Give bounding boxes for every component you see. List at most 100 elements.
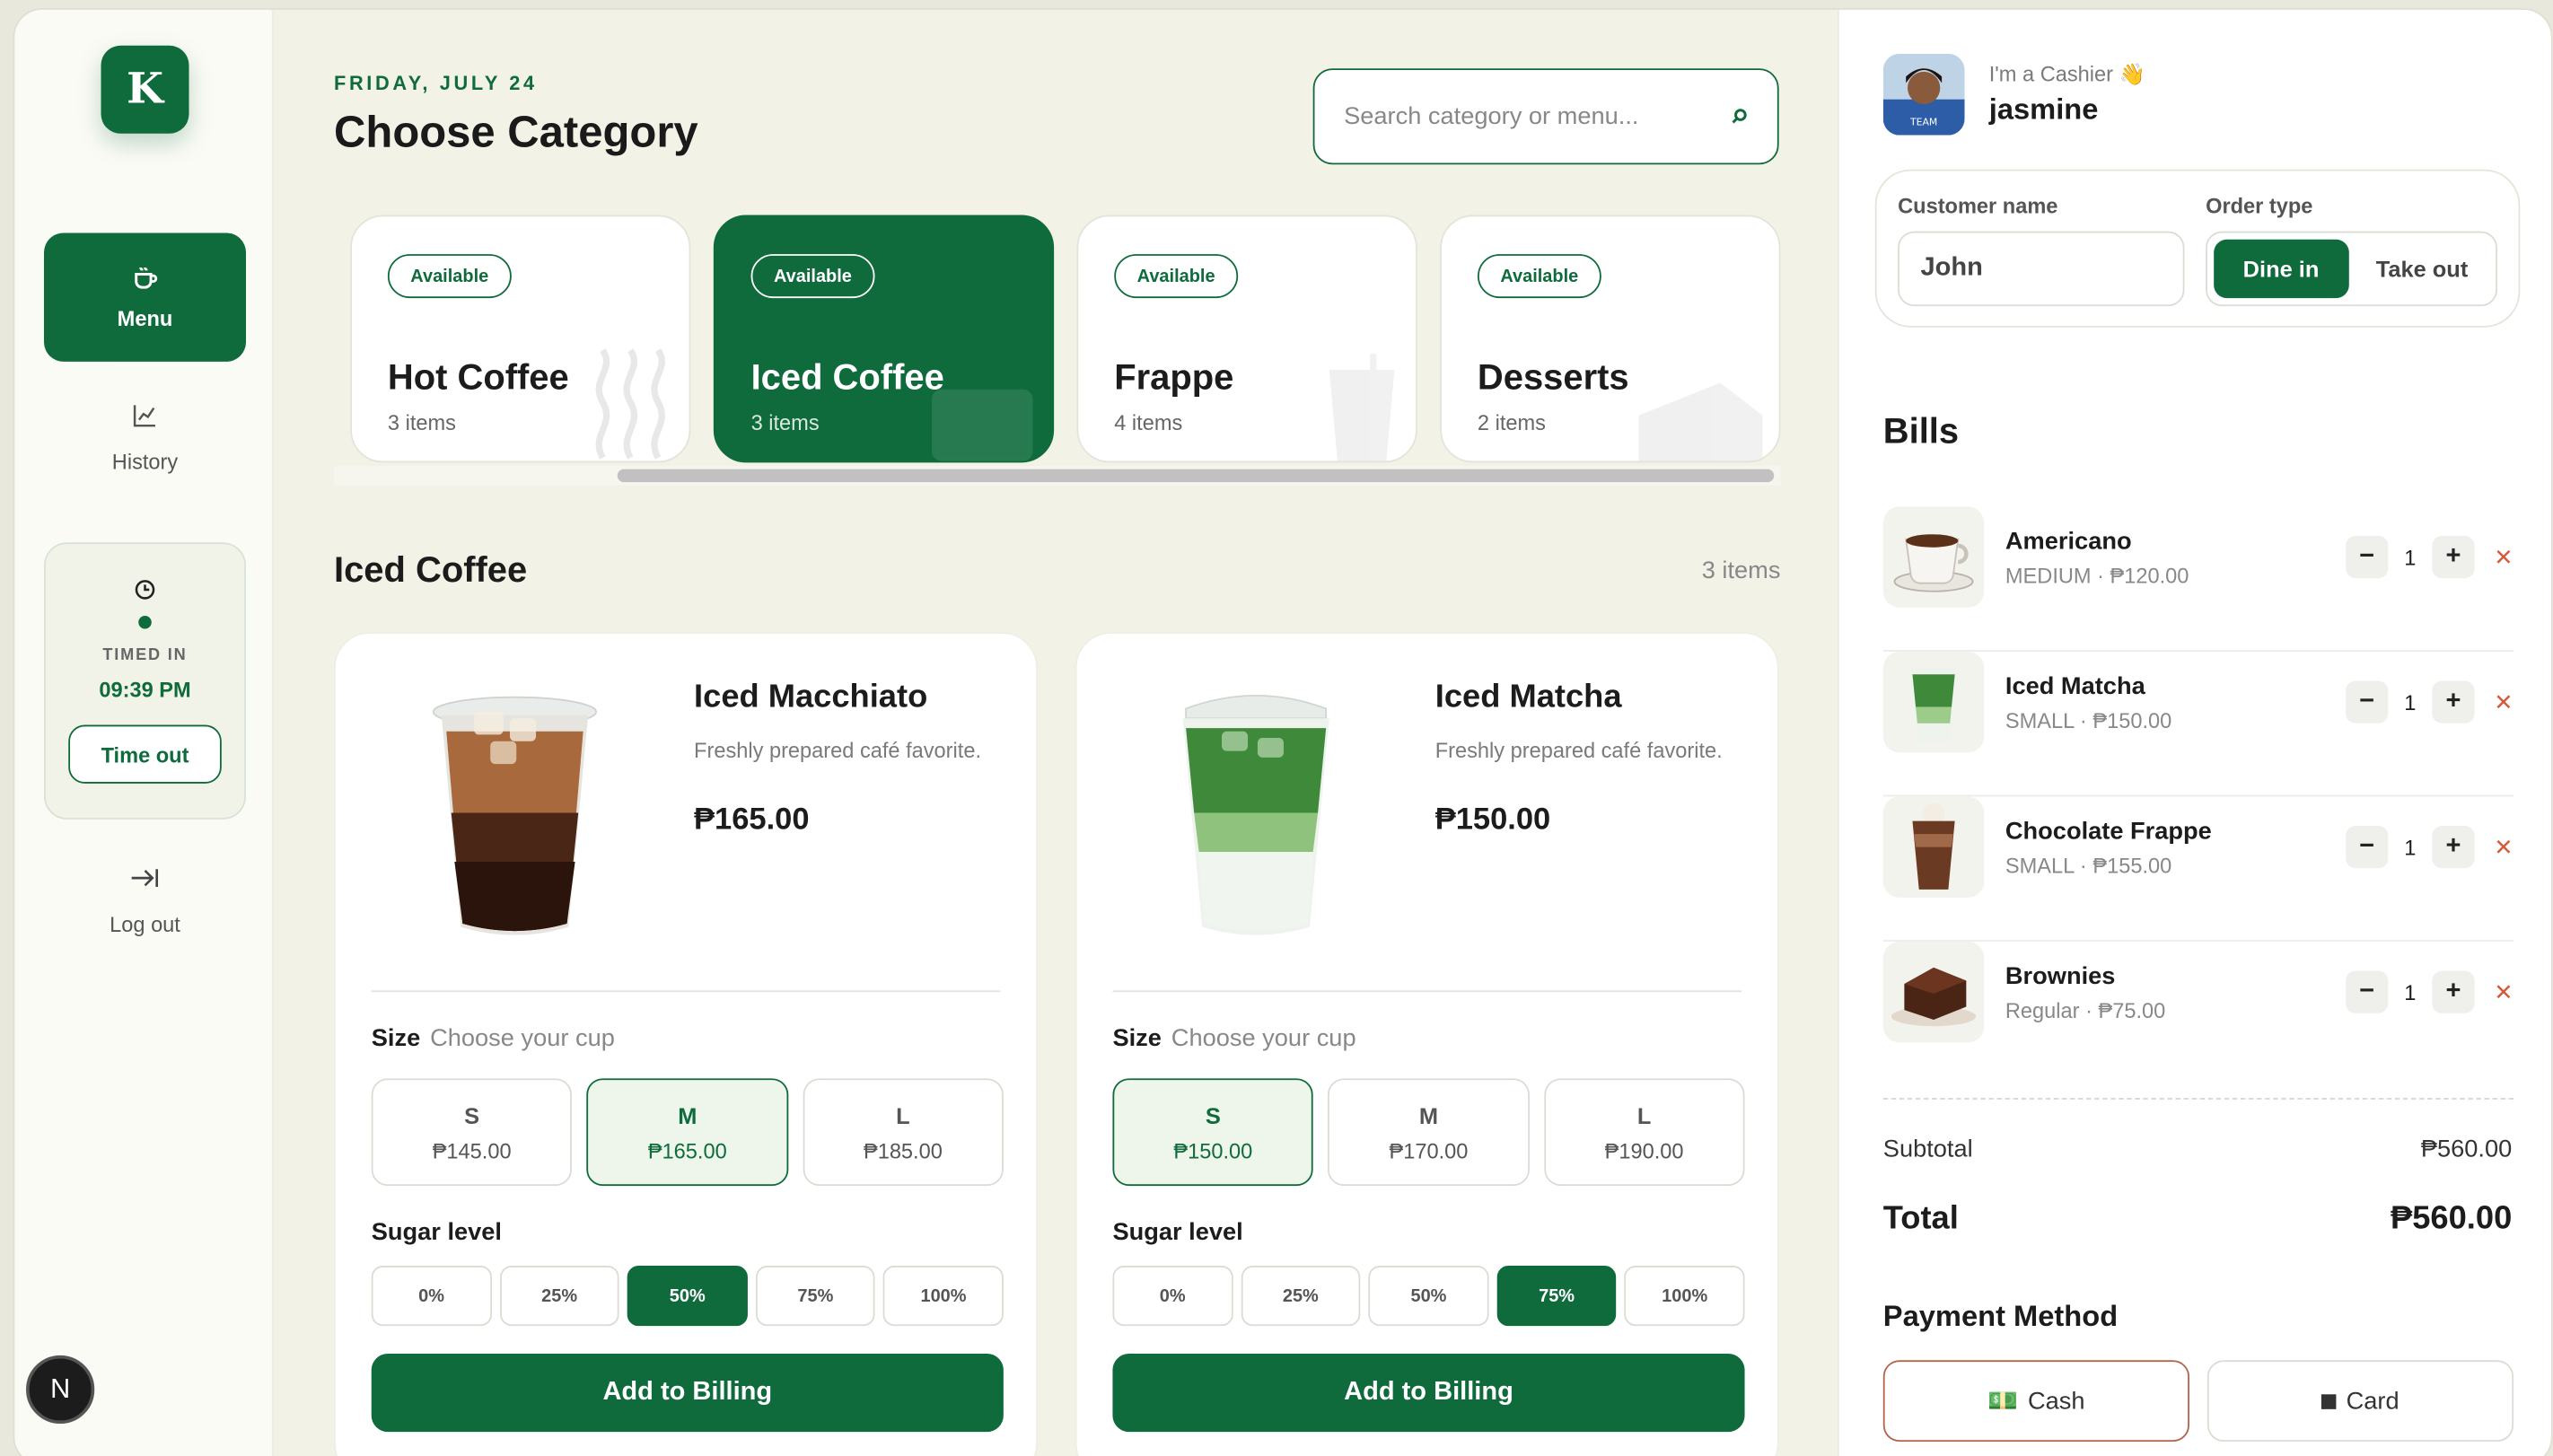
size-letter: S	[1205, 1101, 1221, 1128]
minus-button[interactable]: −	[2346, 536, 2389, 579]
availability-badge: Available	[387, 254, 512, 299]
plus-button[interactable]: +	[2432, 536, 2475, 579]
card-label: Card	[2346, 1387, 2399, 1416]
category-card-desserts[interactable]: Available Desserts 2 items	[1440, 215, 1781, 463]
remove-icon[interactable]: ✕	[2494, 544, 2513, 572]
sugar-option-100[interactable]: 100%	[883, 1266, 1004, 1327]
plus-button[interactable]: +	[2432, 680, 2475, 724]
avatar: TEAM	[1882, 53, 1965, 136]
search-input[interactable]: Search category or menu...	[1312, 68, 1779, 165]
search-icon	[1732, 109, 1747, 124]
minus-button[interactable]: −	[2346, 680, 2389, 724]
sugar-option-50[interactable]: 50%	[627, 1266, 748, 1327]
category-name: Frappe	[1114, 356, 1234, 398]
category-name: Iced Coffee	[750, 356, 944, 398]
category-count: 3 items	[387, 410, 456, 435]
bill-item-name: Americano	[2005, 527, 2132, 556]
quantity-stepper: − 1 +	[2346, 536, 2475, 579]
sugar-option-75[interactable]: 75%	[755, 1266, 876, 1327]
brand-logo[interactable]: K	[101, 45, 189, 134]
sugar-option-75[interactable]: 75%	[1496, 1266, 1617, 1327]
size-option-l[interactable]: L ₱185.00	[803, 1078, 1004, 1187]
category-card-frappe[interactable]: Available Frappe 4 items	[1076, 215, 1417, 463]
sidebar: K Menu History TIMED IN 09:39 PM Time ou…	[14, 9, 274, 1456]
size-option-m[interactable]: M ₱165.00	[586, 1078, 788, 1187]
size-letter: S	[464, 1101, 480, 1128]
size-price: ₱185.00	[863, 1137, 943, 1162]
sugar-option-25[interactable]: 25%	[1241, 1266, 1361, 1327]
time-out-button[interactable]: Time out	[68, 724, 222, 784]
dine-in-button[interactable]: Dine in	[2214, 239, 2348, 299]
search-placeholder: Search category or menu...	[1344, 102, 1639, 131]
sugar-option-25[interactable]: 25%	[499, 1266, 619, 1327]
size-option-s[interactable]: S ₱145.00	[371, 1078, 573, 1187]
size-option-m[interactable]: M ₱170.00	[1328, 1078, 1530, 1187]
bill-item-image	[1882, 796, 1985, 898]
category-list: Available Hot Coffee 3 items Available I…	[334, 215, 1781, 463]
sugar-option-50[interactable]: 50%	[1368, 1266, 1489, 1327]
category-card-iced-coffee[interactable]: Available Iced Coffee 3 items	[713, 215, 1055, 463]
dev-badge[interactable]: N	[26, 1355, 95, 1425]
logout-icon	[131, 869, 159, 888]
order-type-toggle: Dine in Take out	[2206, 231, 2497, 307]
category-count: 4 items	[1114, 410, 1183, 435]
bill-item-image	[1882, 506, 1985, 608]
product-image	[1112, 670, 1399, 956]
minus-button[interactable]: −	[2346, 826, 2389, 869]
add-to-billing-button[interactable]: Add to Billing	[1112, 1354, 1745, 1433]
add-to-billing-button[interactable]: Add to Billing	[371, 1354, 1004, 1433]
plus-button[interactable]: +	[2432, 970, 2475, 1013]
quantity-value: 1	[2404, 979, 2417, 1004]
page-title: Choose Category	[334, 107, 698, 157]
section-title: Iced Coffee	[334, 548, 528, 590]
cash-payment-button[interactable]: 💵 Cash	[1882, 1360, 2189, 1443]
category-count: 2 items	[1477, 410, 1546, 435]
timed-in-label: TIMED IN	[102, 646, 188, 665]
product-name: Iced Macchiato	[694, 679, 928, 715]
size-letter: L	[896, 1101, 910, 1128]
remove-icon[interactable]: ✕	[2494, 689, 2513, 717]
size-option-l[interactable]: L ₱190.00	[1543, 1078, 1745, 1187]
plus-button[interactable]: +	[2432, 826, 2475, 869]
bill-item-image	[1882, 651, 1985, 753]
size-heading: Size Choose your cup	[1112, 1024, 1355, 1052]
category-scrollbar[interactable]	[334, 466, 1781, 486]
remove-icon[interactable]: ✕	[2494, 979, 2513, 1007]
timed-in-card: TIMED IN 09:39 PM Time out	[43, 542, 247, 820]
sugar-option-0[interactable]: 0%	[1112, 1266, 1233, 1327]
size-option-s[interactable]: S ₱150.00	[1112, 1078, 1314, 1187]
sidebar-item-logout[interactable]: Log out	[44, 865, 246, 963]
bill-item: Iced Matcha SMALL · ₱150.00 − 1 + ✕	[1882, 651, 2514, 797]
sugar-option-100[interactable]: 100%	[1624, 1266, 1745, 1327]
sidebar-item-menu[interactable]: Menu	[43, 232, 247, 362]
category-name: Hot Coffee	[387, 356, 569, 398]
remove-icon[interactable]: ✕	[2494, 834, 2513, 862]
sidebar-item-label: History	[111, 449, 179, 475]
card-icon	[2321, 1393, 2337, 1408]
divider	[371, 990, 1001, 993]
svg-text:TEAM: TEAM	[1909, 117, 1937, 128]
timed-in-time: 09:39 PM	[99, 677, 191, 703]
availability-badge: Available	[750, 254, 875, 299]
availability-badge: Available	[1477, 254, 1601, 299]
sidebar-item-history[interactable]: History	[44, 400, 246, 498]
minus-button[interactable]: −	[2346, 970, 2389, 1013]
size-hint: Choose your cup	[1171, 1024, 1356, 1053]
size-price: ₱190.00	[1604, 1137, 1684, 1162]
size-options: S ₱145.00 M ₱165.00 L ₱185.00	[371, 1078, 1004, 1187]
main-content: FRIDAY, JULY 24 Choose Category Search c…	[274, 10, 1838, 1456]
category-card-hot-coffee[interactable]: Available Hot Coffee 3 items	[350, 215, 691, 463]
size-letter: L	[1636, 1101, 1652, 1128]
order-details-card: Customer name Order type John Dine in Ta…	[1874, 169, 2521, 328]
customer-name-input[interactable]: John	[1898, 231, 2185, 307]
card-payment-button[interactable]: Card	[2206, 1360, 2514, 1443]
product-description: Freshly prepared café favorite.	[1434, 738, 1723, 763]
bill-item-detail: Regular · ₱75.00	[2005, 998, 2166, 1023]
take-out-button[interactable]: Take out	[2355, 240, 2489, 298]
scrollbar-thumb[interactable]	[617, 469, 1775, 483]
pos-app: K Menu History TIMED IN 09:39 PM Time ou…	[13, 8, 2553, 1456]
category-count: 3 items	[750, 410, 820, 435]
bill-item-detail: MEDIUM · ₱120.00	[2005, 563, 2189, 589]
sugar-option-0[interactable]: 0%	[371, 1266, 492, 1327]
cup-icon	[135, 267, 158, 289]
